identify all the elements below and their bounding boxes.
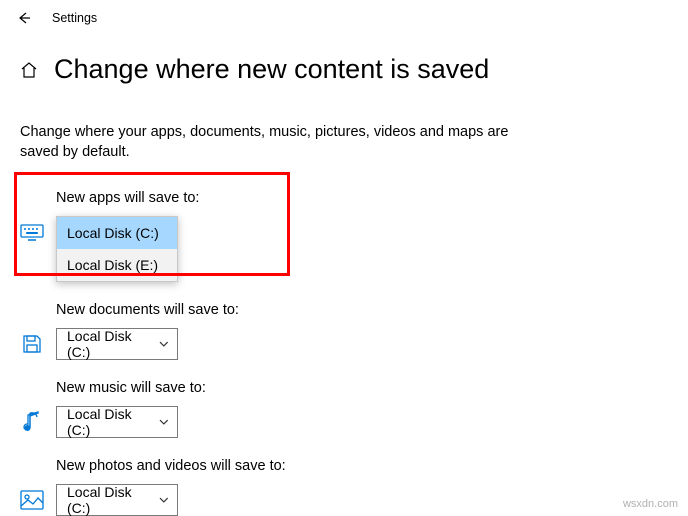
- setting-label-documents: New documents will save to:: [56, 302, 668, 318]
- image-icon: [20, 488, 44, 512]
- setting-row-music: Local Disk (C:): [20, 406, 668, 438]
- music-dropdown[interactable]: Local Disk (C:): [56, 406, 178, 438]
- apps-option-c[interactable]: Local Disk (C:): [57, 217, 177, 249]
- setting-row-documents: Local Disk (C:): [20, 328, 668, 360]
- setting-group-apps: New apps will save to: Local Disk (C:) L…: [20, 190, 668, 282]
- chevron-down-icon: [159, 341, 169, 347]
- save-icon: [20, 332, 44, 356]
- setting-row-photos: Local Disk (C:): [20, 484, 668, 516]
- setting-group-music: New music will save to: Local Disk (C:): [20, 380, 668, 438]
- setting-label-photos: New photos and videos will save to:: [56, 458, 668, 474]
- music-note-icon: [20, 410, 44, 434]
- watermark: wsxdn.com: [623, 498, 678, 510]
- documents-dropdown-value: Local Disk (C:): [67, 328, 155, 360]
- setting-label-apps: New apps will save to:: [56, 190, 668, 206]
- home-icon[interactable]: [20, 61, 38, 79]
- titlebar: Settings: [0, 0, 688, 36]
- apps-option-e[interactable]: Local Disk (E:): [57, 249, 177, 281]
- arrow-left-icon: [16, 10, 32, 26]
- chevron-down-icon: [159, 419, 169, 425]
- setting-group-documents: New documents will save to: Local Disk (…: [20, 302, 668, 360]
- keyboard-icon: [20, 220, 44, 244]
- photos-dropdown[interactable]: Local Disk (C:): [56, 484, 178, 516]
- page-header: Change where new content is saved: [0, 36, 688, 85]
- setting-row-apps: Local Disk (C:) Local Disk (E:): [20, 216, 668, 282]
- back-button[interactable]: [14, 8, 34, 28]
- page-title: Change where new content is saved: [54, 54, 489, 85]
- apps-dropdown-expanded[interactable]: Local Disk (C:) Local Disk (E:): [56, 216, 178, 282]
- chevron-down-icon: [159, 497, 169, 503]
- app-title: Settings: [52, 11, 97, 25]
- photos-dropdown-value: Local Disk (C:): [67, 484, 155, 516]
- documents-dropdown[interactable]: Local Disk (C:): [56, 328, 178, 360]
- page-description: Change where your apps, documents, music…: [0, 85, 560, 162]
- setting-label-music: New music will save to:: [56, 380, 668, 396]
- setting-group-photos: New photos and videos will save to: Loca…: [20, 458, 668, 516]
- music-dropdown-value: Local Disk (C:): [67, 406, 155, 438]
- content-area: New apps will save to: Local Disk (C:) L…: [0, 162, 688, 516]
